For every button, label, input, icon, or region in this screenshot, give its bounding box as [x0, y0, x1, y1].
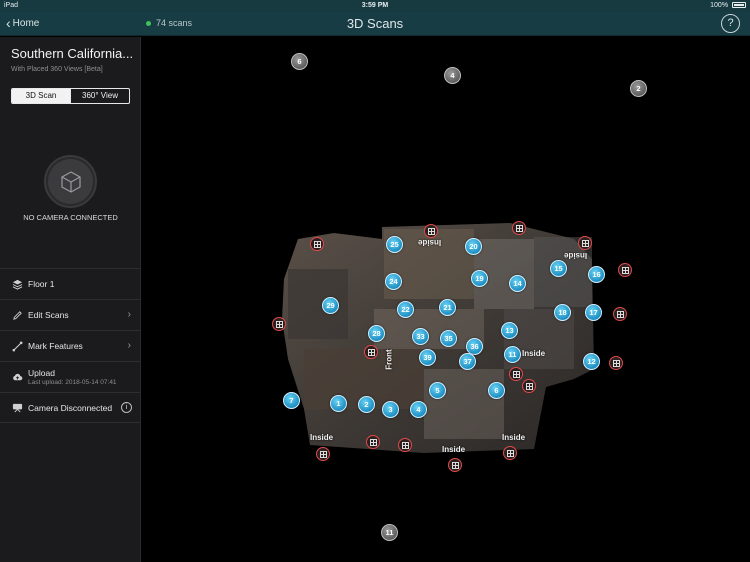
scan-marker[interactable]: 37 — [459, 353, 476, 370]
scan-marker[interactable]: 7 — [283, 392, 300, 409]
scan-marker[interactable]: 13 — [501, 322, 518, 339]
status-bar: iPad 3:59 PM 100% — [0, 0, 750, 12]
pencil-icon — [11, 309, 23, 321]
panorama-marker[interactable] — [398, 438, 412, 452]
connection-dot-icon — [146, 20, 151, 26]
camera-status-indicator — [44, 155, 97, 208]
panorama-marker[interactable] — [424, 224, 438, 238]
help-button[interactable]: ? — [721, 14, 740, 33]
scan-marker[interactable]: 2 — [630, 80, 647, 97]
cube-icon — [60, 170, 81, 193]
scan-marker[interactable]: 22 — [397, 301, 414, 318]
scan-marker[interactable]: 18 — [554, 304, 571, 321]
clock: 3:59 PM — [361, 2, 389, 9]
panorama-marker[interactable] — [578, 236, 592, 250]
battery-icon — [732, 2, 746, 8]
scan-count-label: 74 scans — [156, 18, 193, 28]
panorama-marker[interactable] — [503, 446, 517, 460]
scan-marker[interactable]: 24 — [385, 273, 402, 290]
menu-item-camera-disconnected[interactable]: Camera Disconnected i — [0, 392, 140, 423]
scan-marker[interactable]: 39 — [419, 349, 436, 366]
panorama-marker[interactable] — [448, 458, 462, 472]
camera-icon — [11, 402, 23, 414]
scan-marker[interactable]: 33 — [412, 328, 429, 345]
scan-marker[interactable]: 16 — [588, 266, 605, 283]
battery-status: 100% — [710, 2, 746, 9]
panorama-marker[interactable] — [522, 379, 536, 393]
tab-360-view[interactable]: 360° View — [70, 89, 129, 103]
scan-marker[interactable]: 15 — [550, 260, 567, 277]
panorama-marker[interactable] — [618, 263, 632, 277]
chevron-right-icon: › — [127, 340, 131, 351]
last-upload-timestamp: Last upload: 2018-05-14 07:41 — [28, 379, 117, 386]
scan-marker[interactable]: 25 — [386, 236, 403, 253]
scan-marker[interactable]: 6 — [291, 53, 308, 70]
panorama-marker[interactable] — [316, 447, 330, 461]
chevron-right-icon: › — [127, 309, 131, 320]
navigation-bar: ‹ Home 74 scans 3D Scans ? — [0, 12, 750, 36]
panorama-marker[interactable] — [366, 435, 380, 449]
menu-item-upload[interactable]: Upload Last upload: 2018-05-14 07:41 — [0, 361, 140, 392]
scan-marker[interactable]: 6 — [488, 382, 505, 399]
tab-3d-scan[interactable]: 3D Scan — [12, 89, 70, 103]
info-icon[interactable]: i — [121, 402, 132, 413]
scan-marker[interactable]: 12 — [583, 353, 600, 370]
scan-marker[interactable]: 4 — [410, 401, 427, 418]
scan-marker[interactable]: 28 — [368, 325, 385, 342]
menu-item-floor-label: Floor 1 — [28, 279, 55, 289]
menu-item-mark-features[interactable]: Mark Features › — [0, 330, 140, 361]
scan-marker[interactable]: 3 — [382, 401, 399, 418]
camera-status-text: NO CAMERA CONNECTED — [23, 213, 118, 222]
home-back-button[interactable]: ‹ Home — [6, 16, 39, 30]
scan-marker[interactable]: 5 — [429, 382, 446, 399]
project-subtitle: With Placed 360 Views [Beta] — [11, 66, 103, 73]
scan-marker[interactable]: 17 — [585, 304, 602, 321]
battery-percent: 100% — [710, 2, 729, 9]
scan-marker[interactable]: 14 — [509, 275, 526, 292]
scan-marker[interactable]: 1 — [330, 395, 347, 412]
panorama-marker[interactable] — [613, 307, 627, 321]
panorama-marker[interactable] — [272, 317, 286, 331]
scan-marker[interactable]: 35 — [440, 330, 457, 347]
menu-item-edit-scans[interactable]: Edit Scans › — [0, 299, 140, 330]
menu-item-upload-label: Upload — [28, 368, 55, 378]
page-title: 3D Scans — [346, 16, 404, 31]
scan-marker[interactable]: 4 — [444, 67, 461, 84]
cloud-upload-icon — [11, 371, 23, 383]
view-mode-segmented-control: 3D Scan 360° View — [11, 88, 130, 104]
scan-marker[interactable]: 19 — [471, 270, 488, 287]
project-title: Southern California... — [11, 46, 134, 61]
panorama-marker[interactable] — [310, 237, 324, 251]
panorama-marker[interactable] — [609, 356, 623, 370]
chevron-left-icon: ‹ — [6, 15, 11, 31]
panorama-marker[interactable] — [512, 221, 526, 235]
scan-marker[interactable]: 21 — [439, 299, 456, 316]
sidebar-menu: Floor 1 Edit Scans › Mark Features › Upl… — [0, 268, 140, 423]
floorplan-map[interactable]: 6 4 2 11 Inside Inside Inside Inside Ins… — [142, 37, 750, 562]
ruler-icon — [11, 340, 23, 352]
menu-item-mark-features-label: Mark Features — [28, 341, 83, 351]
scan-marker[interactable]: 11 — [381, 524, 398, 541]
layers-icon — [11, 278, 23, 290]
scan-marker[interactable]: 2 — [358, 396, 375, 413]
menu-item-floor[interactable]: Floor 1 — [0, 268, 140, 299]
sidebar: Southern California... With Placed 360 V… — [0, 37, 141, 562]
panorama-marker[interactable] — [364, 345, 378, 359]
scan-marker[interactable]: 20 — [465, 238, 482, 255]
panorama-marker[interactable] — [509, 367, 523, 381]
menu-item-camera-disconnected-label: Camera Disconnected — [28, 402, 113, 413]
scan-marker[interactable]: 29 — [322, 297, 339, 314]
menu-item-edit-scans-label: Edit Scans — [28, 310, 69, 320]
home-back-label: Home — [12, 17, 40, 29]
scan-marker[interactable]: 11 — [504, 346, 521, 363]
scan-count: 74 scans — [146, 18, 192, 28]
